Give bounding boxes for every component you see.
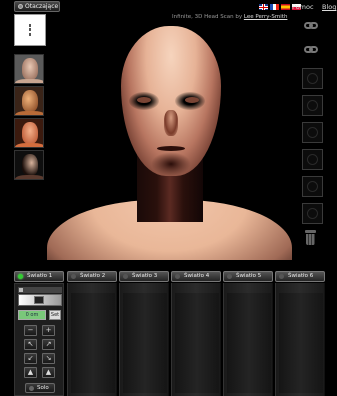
head-viewport[interactable] — [47, 22, 292, 260]
preset-slot[interactable] — [302, 176, 323, 197]
light-2-column[interactable] — [67, 283, 117, 396]
led-icon — [227, 274, 232, 279]
right-eye — [185, 97, 199, 103]
preset-slot[interactable] — [302, 149, 323, 170]
nose — [164, 110, 178, 136]
light-tab-1[interactable]: Światło 1 — [14, 271, 64, 282]
solo-label: Solo — [37, 385, 49, 391]
left-eye — [137, 97, 151, 103]
credit-line: Infinite, 3D Head Scan by Lee Perry-Smit… — [172, 14, 287, 20]
credit-prefix: Infinite, 3D Head Scan by — [172, 14, 243, 20]
light-5-column[interactable] — [223, 283, 273, 396]
minus-button[interactable]: − — [24, 325, 37, 336]
light-4-column[interactable] — [171, 283, 221, 396]
en-flag-icon[interactable] — [259, 4, 268, 10]
preset-thumb-1[interactable] — [14, 54, 44, 84]
light-tab-5[interactable]: Światło 5 — [223, 271, 273, 282]
slider-handle[interactable] — [34, 296, 44, 304]
rotate-left-arrow-icon[interactable]: ↖ — [24, 339, 37, 350]
led-icon — [175, 274, 180, 279]
preset-slot[interactable] — [302, 203, 323, 224]
help-link[interactable]: Pomoc — [292, 3, 314, 11]
preset-slot[interactable] — [302, 95, 323, 116]
mouth — [157, 146, 185, 151]
light-tab-label: Światło 6 — [288, 273, 314, 279]
preset-slot[interactable] — [302, 122, 323, 143]
link-icon[interactable] — [304, 22, 318, 29]
light-position-strip[interactable] — [18, 287, 62, 293]
mode-dropdown-label: Otaczające — [25, 3, 59, 10]
preset-thumb-4[interactable] — [14, 150, 44, 180]
rotate-right-arrow-icon[interactable]: ↗ — [42, 339, 55, 350]
light-tab-3[interactable]: Światło 3 — [119, 271, 169, 282]
plus-button[interactable]: + — [42, 325, 55, 336]
up-arrow-icon[interactable]: ▲ — [24, 367, 37, 378]
set-button[interactable]: Set — [49, 310, 61, 320]
fr-flag-icon[interactable] — [270, 4, 279, 10]
preset-thumb-3[interactable] — [14, 118, 44, 148]
preset-thumb-2[interactable] — [14, 86, 44, 116]
light-tab-label: Światło 3 — [132, 273, 158, 279]
intensity-slider[interactable] — [18, 294, 62, 306]
light-3-column[interactable] — [119, 283, 169, 396]
led-icon — [279, 274, 284, 279]
led-icon — [71, 274, 76, 279]
preset-slot[interactable] — [302, 68, 323, 89]
trash-icon[interactable] — [305, 230, 316, 245]
mode-dropdown[interactable]: Otaczające — [14, 1, 60, 12]
dropdown-indicator-icon — [18, 4, 23, 9]
color-value-field[interactable]: 0 om — [18, 310, 46, 320]
down-left-arrow-icon[interactable]: ↙ — [24, 353, 37, 364]
light-tab-label: Światło 1 — [27, 273, 53, 279]
lightmap-preview[interactable] — [14, 14, 46, 46]
es-flag-icon[interactable] — [281, 4, 290, 10]
led-icon — [123, 274, 128, 279]
credit-author-link[interactable]: Lee Perry-Smith — [244, 14, 288, 20]
light-tab-2[interactable]: Światło 2 — [67, 271, 117, 282]
up-arrow-icon[interactable]: ▲ — [42, 367, 55, 378]
light-1-controls: 0 om Set − + ↖ ↗ ↙ ↘ ▲ ▲ Solo — [14, 283, 64, 396]
solo-button[interactable]: Solo — [25, 383, 55, 393]
down-right-arrow-icon[interactable]: ↘ — [42, 353, 55, 364]
light-tab-4[interactable]: Światło 4 — [171, 271, 221, 282]
light-tab-label: Światło 2 — [80, 273, 106, 279]
blog-link[interactable]: Blog — [322, 3, 336, 11]
led-icon — [18, 274, 23, 279]
light-6-column[interactable] — [275, 283, 325, 396]
light-tab-6[interactable]: Światło 6 — [275, 271, 325, 282]
light-tab-label: Światło 4 — [184, 273, 210, 279]
light-figure-icon — [28, 24, 32, 36]
solo-indicator-icon — [29, 386, 34, 391]
link-icon[interactable] — [304, 46, 318, 53]
light-tab-label: Światło 5 — [236, 273, 262, 279]
lights-panel: Światło 1 Światło 2 Światło 3 Światło 4 … — [0, 262, 337, 396]
